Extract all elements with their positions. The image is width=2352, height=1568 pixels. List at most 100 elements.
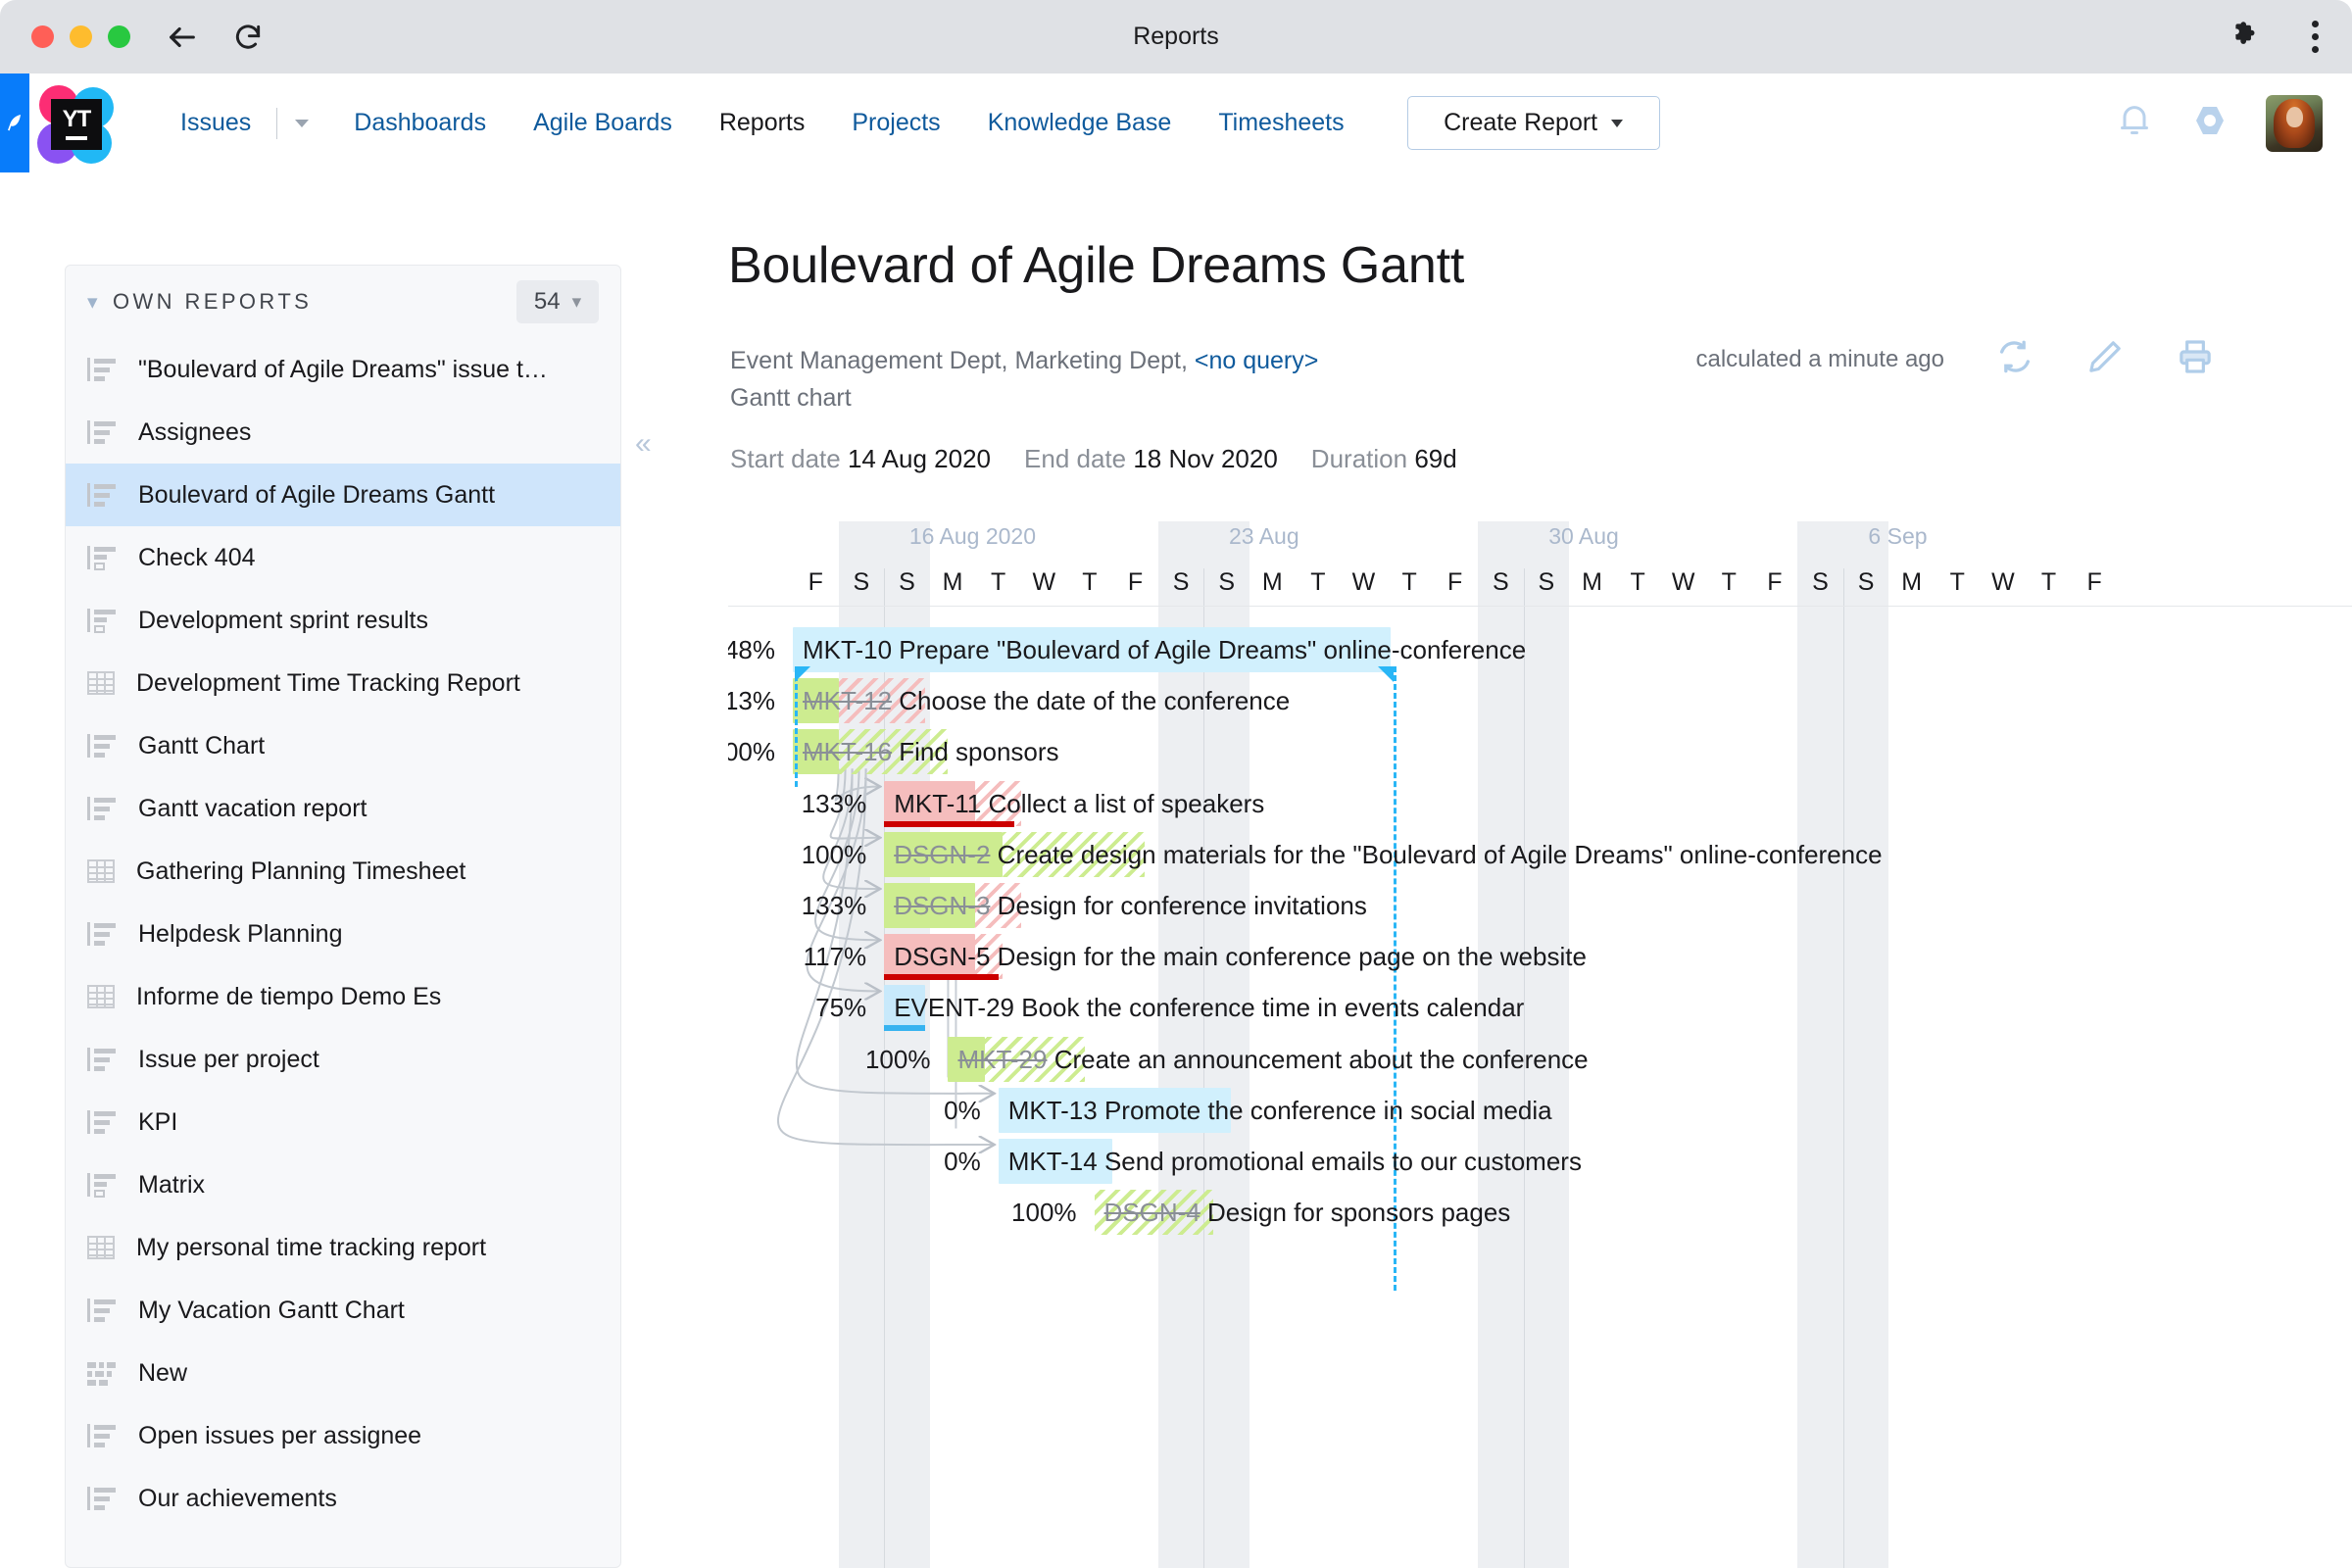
gantt-task-row[interactable]: 100% DSGN-2 Create design materials for t…: [728, 831, 2352, 877]
gantt-task-label[interactable]: MKT-14 Send promotional emails to our cu…: [1008, 1139, 1582, 1184]
user-avatar[interactable]: [2266, 94, 2323, 152]
sidebar-item-gantt-vacation-report[interactable]: Gantt vacation report: [66, 777, 620, 840]
nav-item-timesheets[interactable]: Timesheets: [1195, 109, 1367, 137]
gantt-task-id[interactable]: MKT-29: [957, 1045, 1047, 1074]
back-arrow-icon[interactable]: [166, 21, 199, 54]
three-dot-menu-icon[interactable]: [2312, 21, 2319, 53]
sidebar-count-badge[interactable]: 54 ▾: [516, 280, 599, 323]
gantt-task-id[interactable]: DSGN-4: [1104, 1198, 1200, 1227]
sidebar-item-new[interactable]: New: [66, 1342, 620, 1404]
gantt-task-row[interactable]: 133% DSGN-3 Design for conference invitat…: [728, 883, 2352, 928]
sidebar-item-my-vacation-gantt-chart[interactable]: My Vacation Gantt Chart: [66, 1279, 620, 1342]
gantt-task-id[interactable]: MKT-10: [803, 635, 892, 664]
sidebar-item-our-achievements[interactable]: Our achievements: [66, 1467, 620, 1530]
sidebar-item-open-issues-per-assignee[interactable]: Open issues per assignee: [66, 1404, 620, 1467]
gantt-task-row[interactable]: 0% MKT-13 Promote the conference in socia…: [728, 1087, 2352, 1133]
sidebar-item-helpdesk-planning[interactable]: Helpdesk Planning: [66, 903, 620, 965]
sidebar-item-issue-per-project[interactable]: Issue per project: [66, 1028, 620, 1091]
sidebar-item-development-time-tracking-report[interactable]: Development Time Tracking Report: [66, 652, 620, 714]
gantt-task-id[interactable]: EVENT-29: [894, 993, 1014, 1022]
youtrack-logo[interactable]: YT: [31, 81, 116, 166]
day-header-cell: F: [1447, 567, 1463, 596]
sidebar-item-gantt-chart[interactable]: Gantt Chart: [66, 714, 620, 777]
nav-item-projects[interactable]: Projects: [828, 109, 963, 137]
gantt-task-percent: 133%: [801, 891, 867, 920]
sidebar-item-kpi[interactable]: KPI: [66, 1091, 620, 1153]
gantt-task-id[interactable]: DSGN-2: [894, 840, 990, 869]
maximize-window-button[interactable]: [108, 25, 130, 48]
nav-item-reports[interactable]: Reports: [696, 109, 829, 137]
sidebar-section-header[interactable]: ▾ OWN REPORTS 54 ▾: [66, 266, 620, 338]
gantt-task-row[interactable]: 113% MKT-12 Choose the date of the confer…: [728, 678, 2352, 724]
create-report-button[interactable]: Create Report: [1406, 96, 1660, 150]
notification-bell-icon[interactable]: [2115, 101, 2154, 145]
sidebar-item-boulevard-of-agile-dreams-issue-t[interactable]: "Boulevard of Agile Dreams" issue t…: [66, 338, 620, 401]
minimize-window-button[interactable]: [70, 25, 92, 48]
gantt-task-summary[interactable]: Design for sponsors pages: [1200, 1198, 1510, 1227]
gantt-task-row[interactable]: 100% MKT-16 Find sponsors: [728, 729, 2352, 775]
gantt-task-summary[interactable]: Prepare "Boulevard of Agile Dreams" onli…: [892, 635, 1526, 664]
gantt-task-summary[interactable]: Collect a list of speakers: [981, 789, 1265, 818]
gantt-task-summary[interactable]: Design for conference invitations: [990, 891, 1367, 920]
gantt-task-id[interactable]: MKT-11: [894, 789, 981, 818]
gantt-task-percent: 0%: [944, 1147, 981, 1176]
sidebar-item-my-personal-time-tracking-report[interactable]: My personal time tracking report: [66, 1216, 620, 1279]
gantt-task-row[interactable]: 48% MKT-10 Prepare "Boulevard of Agile Dr…: [728, 627, 2352, 672]
gantt-chart[interactable]: 16 Aug 2020 23 Aug 30 Aug 6 Sep F S S M T W T F S S M T…: [728, 521, 2352, 1568]
traffic-lights[interactable]: [31, 25, 130, 48]
gantt-task-id[interactable]: DSGN-5: [894, 942, 990, 971]
nav-item-dashboards[interactable]: Dashboards: [330, 109, 510, 137]
chevron-down-icon[interactable]: ▾: [87, 292, 113, 313]
gantt-task-label[interactable]: MKT-13 Promote the conference in social …: [1008, 1088, 1552, 1133]
gantt-task-label[interactable]: MKT-29 Create an announcement about the …: [957, 1037, 1588, 1082]
gantt-task-row[interactable]: 100% DSGN-4 Design for sponsors pages: [728, 1190, 2352, 1236]
gantt-task-summary[interactable]: Choose the date of the conference: [892, 686, 1290, 715]
gantt-task-summary[interactable]: Promote the conference in social media: [1098, 1096, 1552, 1125]
gantt-task-label[interactable]: DSGN-3 Design for conference invitations: [894, 883, 1367, 928]
pencil-edit-icon[interactable]: [2085, 337, 2125, 381]
chevron-double-left-icon[interactable]: «: [635, 429, 652, 459]
gantt-task-label[interactable]: MKT-16 Find sponsors: [803, 729, 1059, 774]
sidebar-item-check-404[interactable]: Check 404: [66, 526, 620, 589]
gantt-task-id[interactable]: MKT-14: [1008, 1147, 1098, 1176]
gantt-task-summary[interactable]: Create design materials for the "Bouleva…: [990, 840, 1883, 869]
gantt-task-row[interactable]: 100% MKT-29 Create an announcement about …: [728, 1036, 2352, 1082]
sidebar-item-matrix[interactable]: Matrix: [66, 1153, 620, 1216]
refresh-icon[interactable]: [1995, 337, 2034, 381]
nav-item-issues[interactable]: Issues: [157, 109, 274, 137]
gantt-task-summary[interactable]: Design for the main conference page on t…: [990, 942, 1587, 971]
close-window-button[interactable]: [31, 25, 54, 48]
gantt-task-row[interactable]: 0% MKT-14 Send promotional emails to our …: [728, 1139, 2352, 1184]
gantt-task-row[interactable]: 133% MKT-11 Collect a list of speakers: [728, 780, 2352, 827]
gantt-task-id[interactable]: MKT-16: [803, 737, 892, 766]
gantt-task-id[interactable]: MKT-12: [803, 686, 892, 715]
gantt-task-label[interactable]: MKT-11 Collect a list of speakers: [894, 781, 1264, 826]
gantt-task-id[interactable]: DSGN-3: [894, 891, 990, 920]
gantt-task-label[interactable]: MKT-10 Prepare "Boulevard of Agile Dream…: [803, 627, 1526, 672]
gantt-task-row[interactable]: 75% EVENT-29 Book the conference time in …: [728, 985, 2352, 1032]
chevron-down-icon[interactable]: [295, 119, 310, 127]
gantt-task-summary[interactable]: Book the conference time in events calen…: [1014, 993, 1524, 1022]
gantt-task-summary[interactable]: Find sponsors: [892, 737, 1058, 766]
print-icon[interactable]: [2176, 337, 2215, 381]
puzzle-piece-icon[interactable]: [2230, 18, 2263, 56]
gantt-task-summary[interactable]: Send promotional emails to our customers: [1098, 1147, 1582, 1176]
gantt-task-label[interactable]: MKT-12 Choose the date of the conference: [803, 678, 1290, 723]
gantt-task-row[interactable]: 117% DSGN-5 Design for the main conferenc…: [728, 934, 2352, 981]
report-query-link[interactable]: <no query>: [1195, 347, 1319, 374]
nav-item-knowledge-base[interactable]: Knowledge Base: [964, 109, 1196, 137]
gantt-task-label[interactable]: DSGN-5 Design for the main conference pa…: [894, 934, 1587, 979]
gantt-task-id[interactable]: MKT-13: [1008, 1096, 1098, 1125]
gantt-task-summary[interactable]: Create an announcement about the confere…: [1047, 1045, 1589, 1074]
settings-nut-icon[interactable]: [2189, 100, 2230, 146]
sidebar-item-gathering-planning-timesheet[interactable]: Gathering Planning Timesheet: [66, 840, 620, 903]
reload-icon[interactable]: [232, 22, 264, 53]
gantt-task-label[interactable]: EVENT-29 Book the conference time in eve…: [894, 985, 1524, 1030]
gantt-task-label[interactable]: DSGN-2 Create design materials for the "…: [894, 832, 1882, 877]
nav-item-agile-boards[interactable]: Agile Boards: [510, 109, 696, 137]
sidebar-item-boulevard-of-agile-dreams-gantt[interactable]: Boulevard of Agile Dreams Gantt: [66, 464, 620, 526]
gantt-task-label[interactable]: DSGN-4 Design for sponsors pages: [1104, 1190, 1511, 1235]
sidebar-item-informe-de-tiempo-demo-es[interactable]: Informe de tiempo Demo Es: [66, 965, 620, 1028]
sidebar-item-assignees[interactable]: Assignees: [66, 401, 620, 464]
sidebar-item-development-sprint-results[interactable]: Development sprint results: [66, 589, 620, 652]
